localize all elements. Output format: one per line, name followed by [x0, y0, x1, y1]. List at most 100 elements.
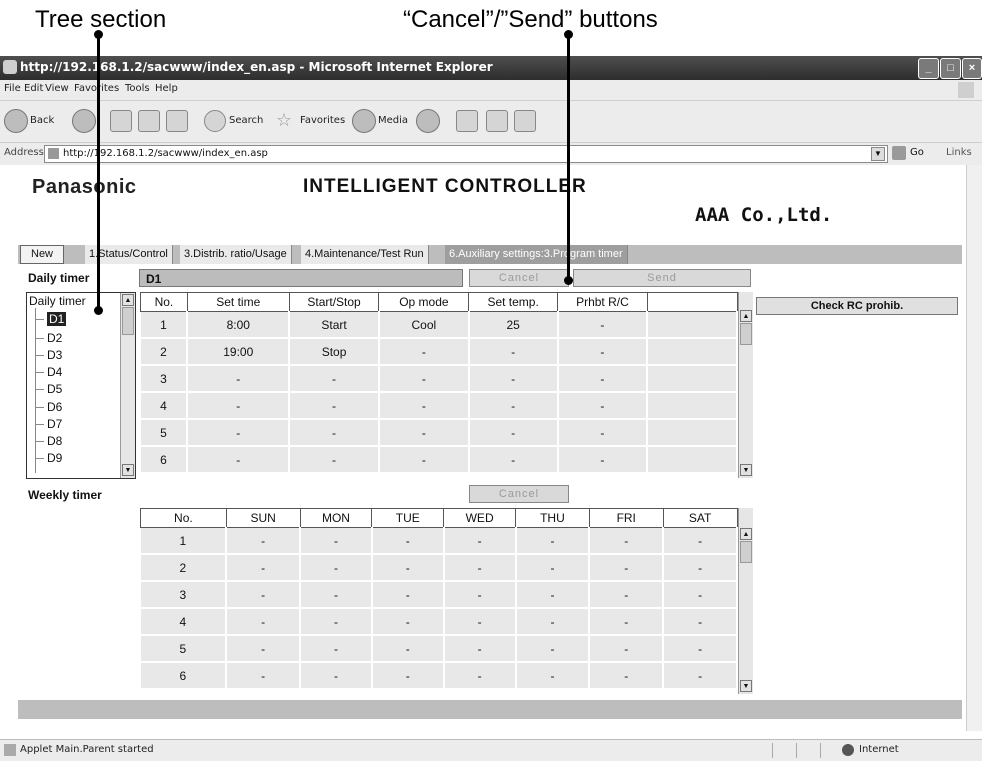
table-cell[interactable]: -: [300, 662, 373, 690]
table-cell[interactable]: -: [589, 554, 665, 582]
table-cell[interactable]: -: [663, 662, 738, 690]
table-cell[interactable]: -: [515, 608, 591, 636]
table-row[interactable]: 6 - - - - -: [140, 446, 738, 474]
table-cell[interactable]: -: [300, 635, 373, 663]
table-cell[interactable]: 4: [140, 608, 228, 636]
table-cell[interactable]: -: [443, 581, 517, 609]
table-cell[interactable]: -: [589, 608, 665, 636]
table-cell[interactable]: -: [226, 635, 302, 663]
tree-node-d9[interactable]: D9: [47, 451, 62, 465]
table-cell[interactable]: 2: [140, 338, 189, 366]
daily-scroll-thumb[interactable]: [740, 323, 752, 345]
media-icon[interactable]: [352, 109, 376, 133]
mail-icon[interactable]: [456, 110, 478, 132]
close-icon[interactable]: ×: [962, 58, 982, 79]
table-cell[interactable]: -: [300, 527, 373, 555]
table-cell[interactable]: Stop: [289, 338, 380, 366]
table-cell[interactable]: -: [226, 608, 302, 636]
tree-scrollbar[interactable]: ▲ ▼: [120, 293, 135, 478]
edit-icon[interactable]: [514, 110, 536, 132]
table-cell[interactable]: -: [663, 554, 738, 582]
table-cell[interactable]: -: [468, 446, 559, 474]
tree-scroll-thumb[interactable]: [122, 307, 134, 335]
table-cell[interactable]: -: [300, 581, 373, 609]
table-cell[interactable]: -: [371, 581, 445, 609]
tree-node-d3[interactable]: D3: [47, 348, 62, 362]
search-icon[interactable]: [204, 110, 226, 132]
table-cell[interactable]: -: [443, 635, 517, 663]
table-cell[interactable]: -: [187, 392, 291, 420]
table-cell[interactable]: -: [187, 365, 291, 393]
daily-cancel-button[interactable]: Cancel: [469, 269, 569, 287]
menu-view[interactable]: View: [45, 83, 69, 94]
table-cell[interactable]: -: [443, 662, 517, 690]
table-cell[interactable]: 6: [140, 446, 189, 474]
history-icon[interactable]: [416, 109, 440, 133]
table-cell[interactable]: -: [515, 662, 591, 690]
table-cell[interactable]: 3: [140, 581, 228, 609]
tree-node-d5[interactable]: D5: [47, 382, 62, 396]
table-cell[interactable]: -: [289, 419, 380, 447]
tree-node-d7[interactable]: D7: [47, 417, 62, 431]
table-cell[interactable]: 19:00: [187, 338, 291, 366]
table-cell[interactable]: 8:00: [187, 311, 291, 339]
table-cell[interactable]: -: [289, 446, 380, 474]
table-cell[interactable]: 25: [468, 311, 559, 339]
maximize-icon[interactable]: □: [940, 58, 961, 79]
links-button[interactable]: Links: [946, 147, 972, 158]
table-cell[interactable]: 3: [140, 365, 189, 393]
table-cell[interactable]: -: [663, 635, 738, 663]
table-cell[interactable]: 1: [140, 527, 228, 555]
chevron-down-icon[interactable]: ▼: [871, 147, 885, 161]
table-cell[interactable]: -: [663, 608, 738, 636]
table-cell[interactable]: -: [443, 554, 517, 582]
table-cell[interactable]: Cool: [378, 311, 470, 339]
table-cell[interactable]: -: [468, 365, 559, 393]
search-label[interactable]: Search: [229, 115, 263, 126]
table-cell[interactable]: [647, 311, 738, 339]
table-cell[interactable]: -: [515, 554, 591, 582]
table-cell[interactable]: -: [226, 554, 302, 582]
tab-auxiliary-settings[interactable]: 6.Auxiliary settings:3.Program timer: [445, 245, 628, 264]
scroll-down-icon[interactable]: ▼: [740, 680, 752, 692]
table-row[interactable]: 6 - - - - - - -: [140, 662, 738, 690]
table-cell[interactable]: [647, 392, 738, 420]
scroll-up-icon[interactable]: ▲: [122, 294, 134, 306]
minimize-icon[interactable]: _: [918, 58, 939, 79]
weekly-table-scrollbar[interactable]: ▲ ▼: [738, 508, 753, 694]
table-cell[interactable]: -: [300, 554, 373, 582]
table-cell[interactable]: -: [589, 527, 665, 555]
table-cell[interactable]: -: [371, 608, 445, 636]
tab-distrib-ratio[interactable]: 3.Distrib. ratio/Usage: [180, 245, 292, 264]
table-cell[interactable]: -: [443, 527, 517, 555]
table-cell[interactable]: -: [289, 365, 380, 393]
tab-new[interactable]: New: [20, 245, 65, 264]
table-row[interactable]: 2 19:00 Stop - - -: [140, 338, 738, 366]
table-cell[interactable]: -: [289, 392, 380, 420]
table-cell[interactable]: -: [663, 527, 738, 555]
table-cell[interactable]: 1: [140, 311, 189, 339]
table-cell[interactable]: -: [589, 635, 665, 663]
scroll-down-icon[interactable]: ▼: [122, 464, 134, 476]
table-cell[interactable]: Start: [289, 311, 380, 339]
table-cell[interactable]: -: [378, 338, 470, 366]
table-cell[interactable]: -: [378, 365, 470, 393]
table-cell[interactable]: -: [515, 635, 591, 663]
table-cell[interactable]: -: [557, 365, 649, 393]
menu-edit[interactable]: Edit: [24, 83, 43, 94]
refresh-icon[interactable]: [138, 110, 160, 132]
favorites-label[interactable]: Favorites: [300, 115, 345, 126]
table-cell[interactable]: -: [371, 635, 445, 663]
table-row[interactable]: 1 8:00 Start Cool 25 -: [140, 311, 738, 339]
table-cell[interactable]: -: [371, 662, 445, 690]
table-cell[interactable]: -: [557, 446, 649, 474]
media-label[interactable]: Media: [378, 115, 408, 126]
table-cell[interactable]: -: [226, 527, 302, 555]
tree-root[interactable]: Daily timer: [29, 294, 86, 308]
back-label[interactable]: Back: [30, 115, 54, 126]
table-row[interactable]: 4 - - - - -: [140, 392, 738, 420]
table-cell[interactable]: [647, 419, 738, 447]
table-cell[interactable]: -: [187, 419, 291, 447]
table-cell[interactable]: -: [378, 446, 470, 474]
menu-tools[interactable]: Tools: [125, 83, 150, 94]
